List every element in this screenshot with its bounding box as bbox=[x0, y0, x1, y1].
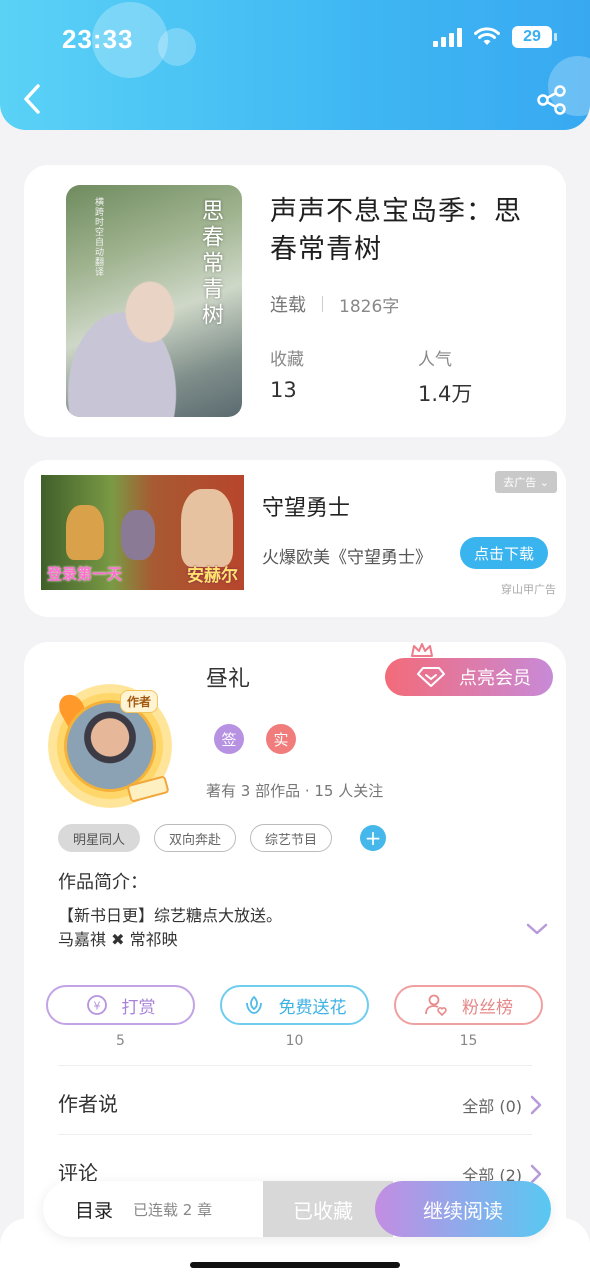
flower-count: 10 bbox=[285, 1033, 304, 1049]
popularity-value: 1.4万 bbox=[418, 382, 473, 406]
ad-image-text: 安赫尔 bbox=[187, 566, 238, 586]
diamond-icon bbox=[417, 667, 445, 687]
home-indicator[interactable] bbox=[190, 1262, 400, 1268]
favorites-label: 收藏 bbox=[270, 350, 304, 370]
ad-hero bbox=[121, 510, 155, 560]
tag-item[interactable]: 综艺节目 bbox=[250, 824, 333, 852]
chevron-right-icon bbox=[530, 1164, 542, 1184]
favorites-value: 13 bbox=[270, 378, 297, 402]
cover-title: 思春常青树 bbox=[198, 199, 223, 329]
book-meta: 连载 1826字 bbox=[270, 291, 399, 317]
tag-item[interactable]: 双向奔赴 bbox=[154, 824, 237, 852]
wifi-icon bbox=[474, 27, 500, 45]
status-time: 23:33 bbox=[62, 24, 134, 54]
battery-icon: 29 bbox=[512, 26, 557, 48]
popularity-stat: 人气 1.4万 bbox=[418, 345, 472, 408]
ad-card[interactable]: 登录第一天 安赫尔 守望勇士 火爆欧美《守望勇士》 去广告 ⌄ 点击下载 穿山甲… bbox=[24, 460, 566, 617]
popularity-label: 人气 bbox=[418, 350, 452, 370]
tag-list: 明星同人 双向奔赴 综艺节目 + bbox=[58, 824, 387, 852]
chevron-right-icon bbox=[530, 1095, 542, 1115]
expand-chevron-icon[interactable] bbox=[526, 922, 548, 936]
svg-text:¥: ¥ bbox=[93, 1000, 100, 1013]
book-word-count: 1826字 bbox=[339, 296, 400, 317]
favorites-stat: 收藏 13 bbox=[270, 345, 304, 402]
share-icon[interactable] bbox=[536, 84, 568, 116]
chevron-down-icon: ⌄ bbox=[539, 476, 549, 489]
author-says-link[interactable]: 全部 (0) bbox=[462, 1093, 542, 1117]
header-bar: 23:33 29 bbox=[0, 0, 590, 130]
ad-image-text: 登录第一天 bbox=[47, 565, 123, 583]
meta-divider bbox=[322, 296, 323, 312]
section-divider bbox=[58, 1065, 532, 1066]
back-icon[interactable] bbox=[20, 82, 46, 116]
author-name[interactable]: 昼礼 bbox=[206, 661, 250, 693]
flower-button[interactable]: 免费送花 bbox=[220, 985, 369, 1025]
fans-rank-button[interactable]: 粉丝榜 bbox=[394, 985, 543, 1025]
section-divider bbox=[58, 1134, 532, 1135]
ad-download-button[interactable]: 点击下载 bbox=[460, 537, 548, 569]
cover-figure bbox=[66, 267, 206, 417]
book-info-card: 思春常青树 横跨时空自动翻译 声声不息宝岛季：思春常青树 连载 1826字 收藏… bbox=[24, 165, 566, 437]
chapters-info: 已连载 2 章 bbox=[133, 1201, 213, 1219]
flower-label: 免费送花 bbox=[278, 997, 347, 1018]
tag-item[interactable]: 明星同人 bbox=[58, 824, 141, 852]
book-status: 连载 bbox=[270, 295, 306, 316]
intro-line: 马嘉祺 ✖ 常祁映 bbox=[58, 930, 178, 949]
author-says-count: 全部 (0) bbox=[462, 1097, 522, 1116]
ad-hero bbox=[66, 505, 104, 560]
book-cover[interactable]: 思春常青树 横跨时空自动翻译 bbox=[66, 185, 242, 417]
ad-image[interactable]: 登录第一天 安赫尔 bbox=[41, 475, 244, 590]
add-tag-button[interactable]: + bbox=[360, 825, 387, 851]
fans-count: 15 bbox=[459, 1033, 478, 1049]
vip-button[interactable]: 点亮会员 bbox=[385, 658, 553, 696]
author-says-title: 作者说 bbox=[58, 1092, 118, 1116]
signed-badge: 签 bbox=[214, 724, 244, 754]
ad-hero bbox=[181, 489, 233, 567]
signal-icon bbox=[433, 27, 462, 47]
favorited-button[interactable]: 已收藏 bbox=[263, 1181, 393, 1237]
yen-coin-icon: ¥ bbox=[86, 995, 107, 1015]
continue-reading-button[interactable]: 继续阅读 bbox=[375, 1181, 551, 1237]
cover-subtitle: 横跨时空自动翻译 bbox=[93, 197, 103, 277]
flower-icon bbox=[245, 995, 262, 1014]
ad-description: 火爆欧美《守望勇士》 bbox=[262, 548, 432, 568]
remove-ad-label: 去广告 bbox=[503, 476, 537, 489]
author-tag: 作者 bbox=[120, 690, 159, 713]
decor-bubble bbox=[158, 28, 196, 66]
toc-button[interactable]: 目录 bbox=[75, 1196, 113, 1223]
status-icons: 29 bbox=[433, 26, 557, 48]
bottom-action-bar: 目录 已连载 2 章 已收藏 继续阅读 bbox=[43, 1181, 551, 1237]
remove-ad-button[interactable]: 去广告 ⌄ bbox=[495, 471, 557, 493]
ad-title: 守望勇士 bbox=[262, 496, 351, 521]
author-stats: 著有 3 部作品 · 15 人关注 bbox=[206, 782, 384, 800]
crown-icon bbox=[411, 643, 433, 657]
intro-label: 作品简介： bbox=[58, 872, 148, 893]
intro-line: 【新书日更】综艺糖点大放送。 bbox=[58, 906, 283, 925]
reward-count: 5 bbox=[116, 1033, 125, 1049]
author-avatar[interactable] bbox=[64, 700, 156, 792]
fans-label: 粉丝榜 bbox=[462, 997, 513, 1018]
intro-text: 【新书日更】综艺糖点大放送。 马嘉祺 ✖ 常祁映 bbox=[58, 904, 282, 952]
ad-source: 穿山甲广告 bbox=[501, 583, 556, 596]
book-title: 声声不息宝岛季：思春常青树 bbox=[270, 196, 522, 265]
user-heart-icon bbox=[425, 994, 447, 1017]
vip-label: 点亮会员 bbox=[459, 668, 531, 689]
reward-button[interactable]: ¥ 打赏 bbox=[46, 985, 195, 1025]
verified-badge: 实 bbox=[266, 724, 296, 754]
reward-label: 打赏 bbox=[121, 997, 156, 1018]
